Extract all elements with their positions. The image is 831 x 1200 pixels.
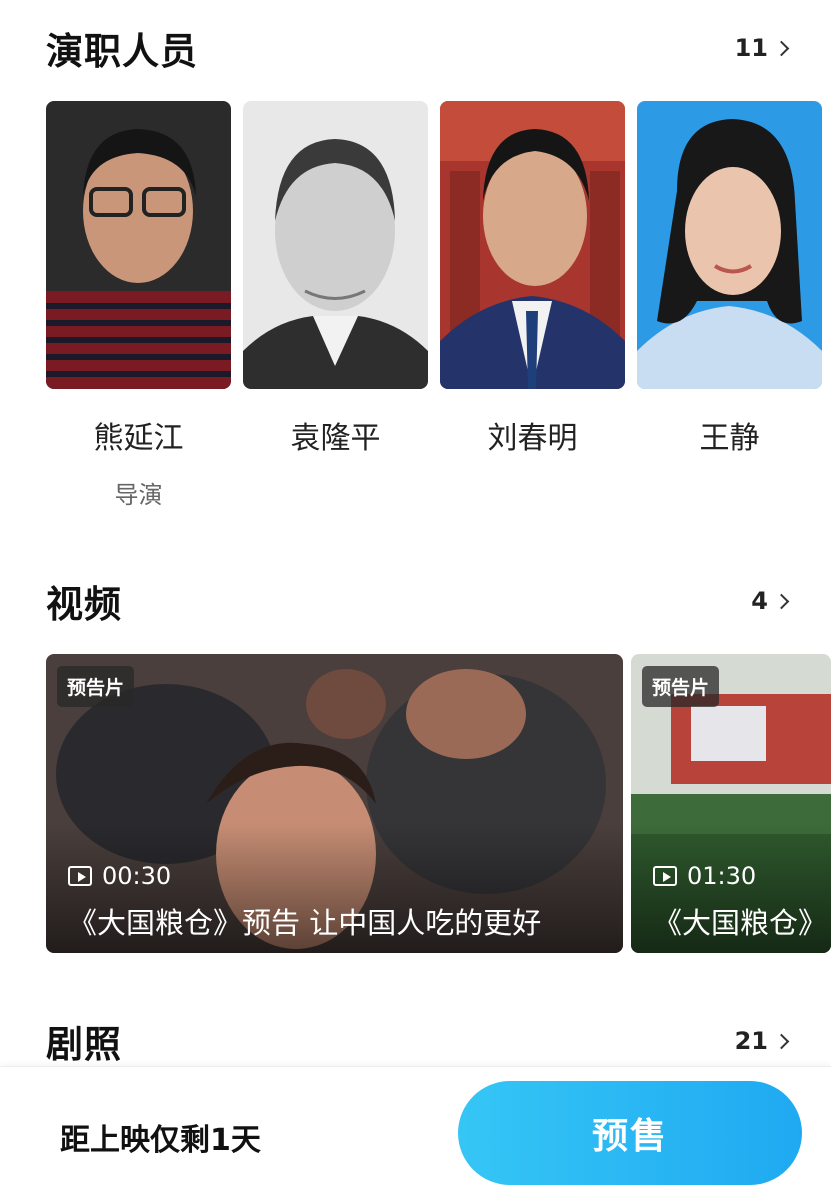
cast-name: 熊延江 — [93, 421, 184, 456]
videos-count: 4 — [751, 587, 768, 615]
cast-role — [637, 475, 822, 507]
cast-name: 袁隆平 — [290, 421, 381, 456]
stills-count: 21 — [734, 1027, 768, 1055]
portrait-man-glasses — [46, 101, 231, 389]
chevron-right-icon — [773, 40, 790, 56]
play-icon — [68, 866, 92, 886]
cast-role: 导演 — [114, 481, 163, 509]
cast-photo — [46, 101, 231, 389]
stills-section-title: 剧照 — [46, 1023, 122, 1066]
release-countdown: 距上映仅剩1天 — [60, 1123, 261, 1158]
video-duration: 00:30 — [68, 862, 171, 890]
bottom-action-bar: 距上映仅剩1天 预售 — [0, 1066, 831, 1200]
cast-name: 王静 — [699, 421, 760, 456]
video-tag: 预告片 — [57, 666, 135, 707]
cast-name: 刘春明 — [487, 421, 578, 456]
play-icon — [653, 866, 677, 886]
portrait-woman — [637, 101, 822, 389]
portrait-man-suit — [440, 101, 625, 389]
chevron-right-icon — [773, 1033, 790, 1049]
cast-more-button[interactable]: 11 — [735, 34, 791, 62]
video-card-1[interactable]: 预告片 00:30 《大国粮仓》预告 让中国人吃的更好 — [46, 654, 623, 953]
video-duration-text: 01:30 — [687, 862, 757, 890]
cast-card-1[interactable]: 熊延江 导演 — [46, 101, 231, 509]
video-duration: 01:30 — [653, 862, 756, 890]
stills-more-button[interactable]: 21 — [735, 1027, 791, 1055]
cast-role — [243, 475, 428, 507]
cast-header: 演职人员 11 — [46, 24, 791, 73]
videos-section-title: 视频 — [46, 583, 122, 626]
cast-card-2[interactable]: 袁隆平 — [243, 101, 428, 507]
cast-card-3[interactable]: 刘春明 — [440, 101, 625, 507]
cast-list: 熊延江 导演 袁隆平 刘春明 王静 — [46, 101, 822, 509]
cast-count: 11 — [734, 34, 768, 62]
stills-header: 剧照 21 — [46, 1016, 791, 1066]
videos-more-button[interactable]: 4 — [751, 587, 791, 615]
video-title: 《大国粮仓》 — [653, 906, 828, 940]
cast-photo — [243, 101, 428, 389]
video-duration-text: 00:30 — [102, 862, 172, 890]
videos-header: 视频 4 — [46, 576, 791, 626]
video-tag: 预告片 — [642, 666, 720, 707]
video-title: 《大国粮仓》预告 让中国人吃的更好 — [68, 906, 542, 940]
chevron-right-icon — [773, 593, 790, 609]
cast-photo — [637, 101, 822, 389]
cast-card-4[interactable]: 王静 — [637, 101, 822, 507]
video-card-2[interactable]: 预告片 01:30 《大国粮仓》 — [631, 654, 831, 953]
portrait-elderly-man — [243, 101, 428, 389]
cast-photo — [440, 101, 625, 389]
cast-section-title: 演职人员 — [46, 30, 198, 73]
video-list: 预告片 00:30 《大国粮仓》预告 让中国人吃的更好 预告片 01:30 《大… — [46, 654, 831, 953]
cast-role — [440, 475, 625, 507]
presale-button[interactable]: 预售 — [458, 1081, 802, 1185]
